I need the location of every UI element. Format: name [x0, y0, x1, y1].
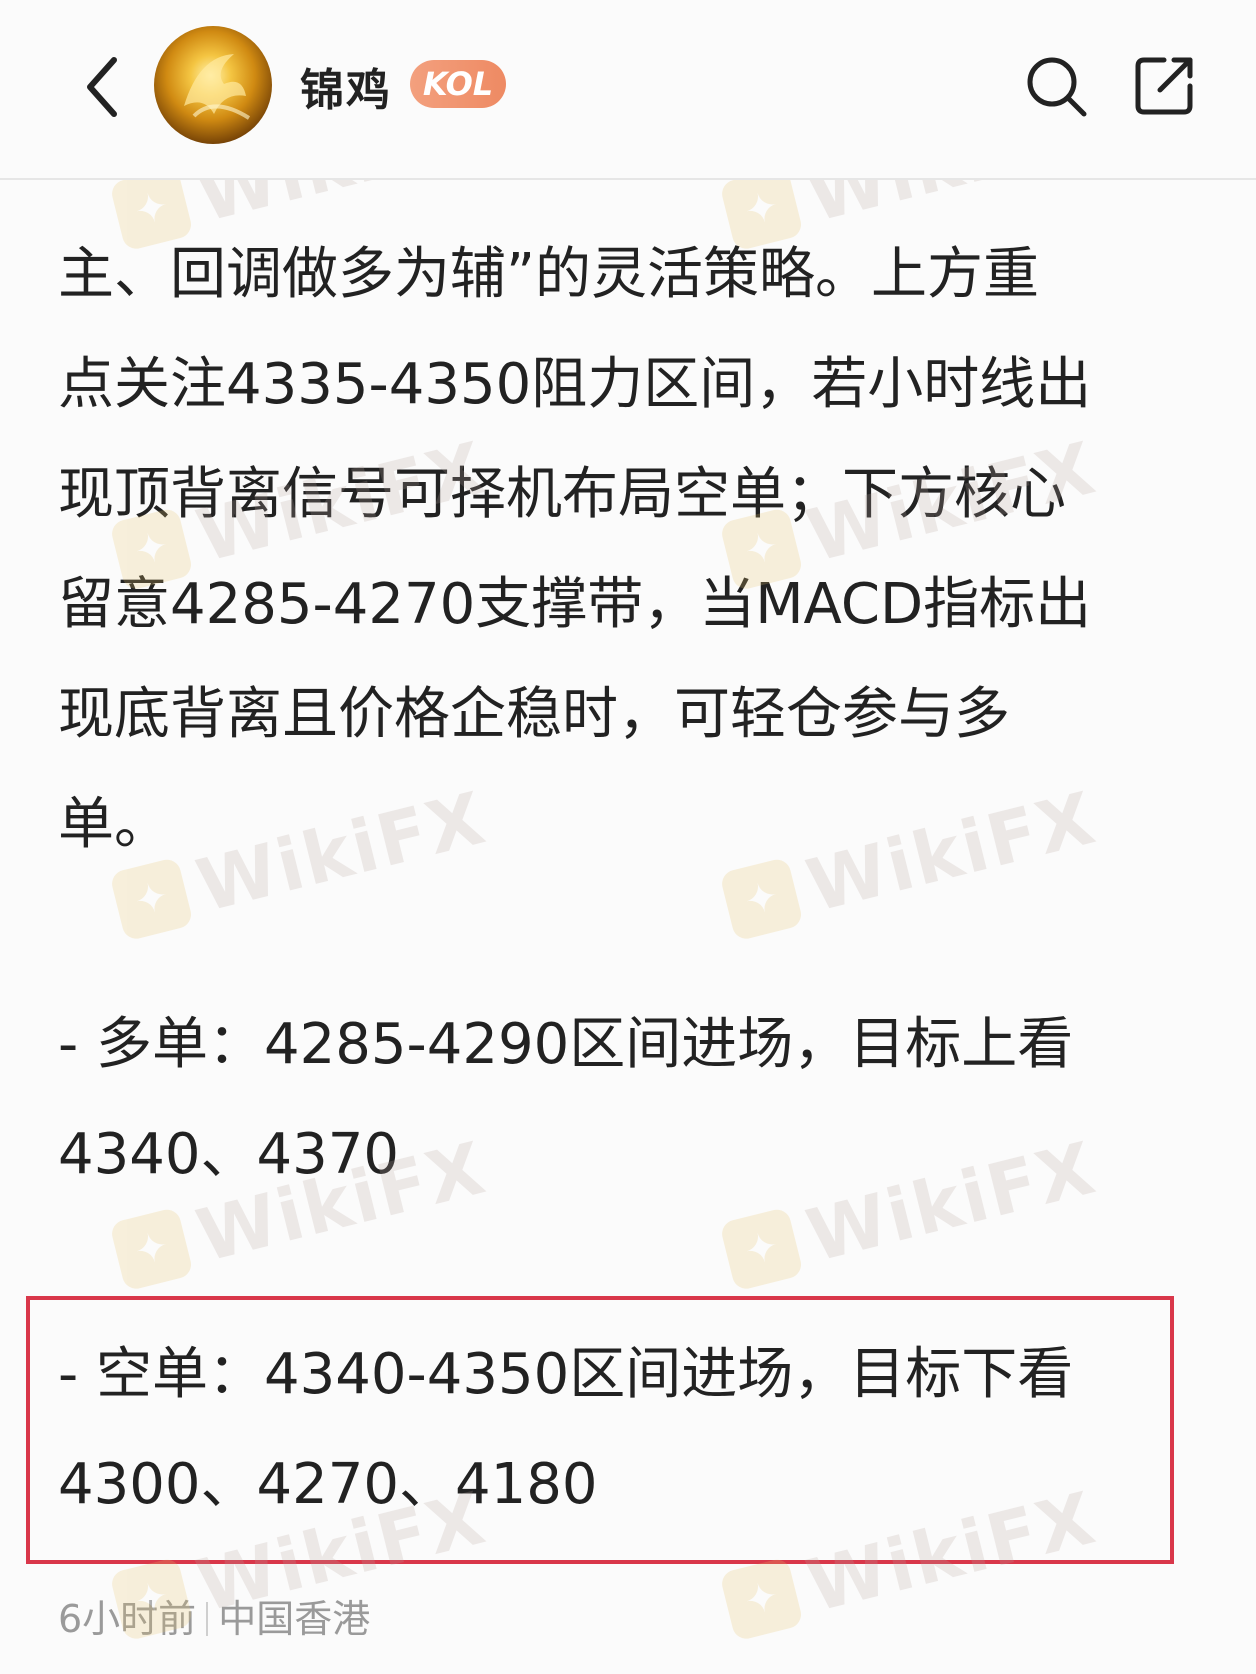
- search-icon: [1027, 57, 1087, 117]
- post-paragraph: 主、回调做多为辅”的灵活策略。上方重 点关注4335-4350阻力区间，若小时线…: [58, 220, 1198, 880]
- divider: [206, 1602, 209, 1636]
- kol-badge: KOL: [410, 60, 506, 108]
- phoenix-avatar-image: [184, 54, 251, 120]
- share-icon: [1135, 57, 1193, 115]
- paragraph-line: 现底背离且价格企稳时，可轻仓参与多: [58, 682, 1010, 747]
- short-order-block: - 空单：4340-4350区间进场，目标下看 4300、4270、4180: [58, 1320, 1198, 1540]
- avatar[interactable]: [154, 26, 272, 144]
- paragraph-line: 单。: [58, 792, 170, 857]
- chevron-left-icon: [87, 57, 117, 117]
- paragraph-line: 留意4285-4270支撑带，当MACD指标出: [58, 572, 1092, 637]
- long-order-targets: 4340、4370: [58, 1122, 400, 1187]
- watermark-logo-icon: ✦: [719, 1206, 804, 1292]
- short-order-targets: 4300、4270、4180: [58, 1452, 598, 1517]
- search-button[interactable]: [1022, 52, 1092, 122]
- post-location: 中国香港: [218, 1597, 371, 1641]
- paragraph-line: 点关注4335-4350阻力区间，若小时线出: [58, 352, 1092, 417]
- long-order-block: - 多单：4285-4290区间进场，目标上看 4340、4370: [58, 990, 1198, 1210]
- long-order-line: - 多单：4285-4290区间进场，目标上看: [58, 1012, 1074, 1077]
- watermark-logo-icon: ✦: [719, 1556, 804, 1642]
- share-button[interactable]: [1130, 50, 1200, 120]
- paragraph-line: 主、回调做多为辅”的灵活策略。上方重: [58, 242, 1040, 307]
- username[interactable]: 锦鸡: [300, 54, 392, 118]
- paragraph-line: 现顶背离信号可择机布局空单；下方核心: [58, 462, 1066, 527]
- post-meta: 6小时前 中国香港: [58, 1588, 370, 1643]
- post-time: 6小时前: [58, 1597, 197, 1641]
- top-bar: 锦鸡 KOL: [0, 0, 1256, 180]
- short-order-line: - 空单：4340-4350区间进场，目标下看: [58, 1342, 1074, 1407]
- watermark-logo-icon: ✦: [109, 1206, 194, 1292]
- back-button[interactable]: [78, 52, 128, 122]
